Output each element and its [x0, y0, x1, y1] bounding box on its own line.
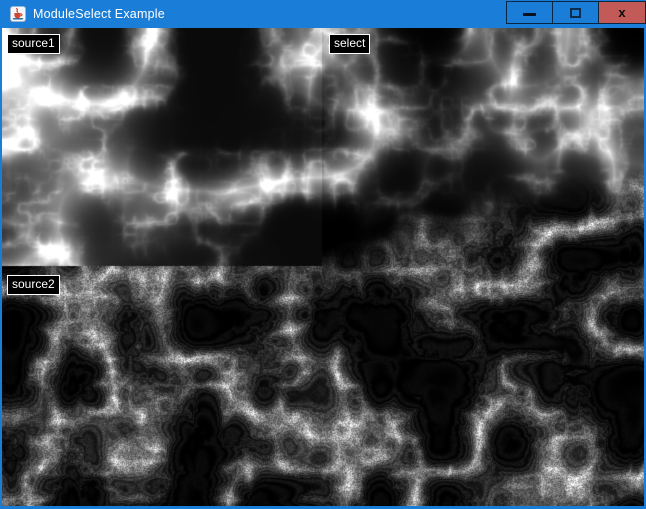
maximize-button[interactable] — [552, 1, 599, 24]
java-coffee-cup-icon — [10, 6, 26, 22]
noise-canvas — [2, 28, 644, 506]
close-icon: x — [618, 6, 625, 19]
label-source1: source1 — [7, 34, 60, 54]
label-select: select — [329, 34, 370, 54]
close-button[interactable]: x — [598, 1, 646, 24]
app-window: ModuleSelect Example x source1 select so… — [0, 0, 646, 509]
minimize-icon — [523, 13, 536, 16]
maximize-icon — [570, 8, 581, 18]
minimize-button[interactable] — [506, 1, 553, 24]
render-area: source1 select source2 — [2, 28, 644, 506]
label-source2: source2 — [7, 275, 60, 295]
window-title: ModuleSelect Example — [33, 7, 165, 21]
titlebar[interactable]: ModuleSelect Example x — [0, 0, 646, 28]
window-controls: x — [506, 1, 646, 24]
